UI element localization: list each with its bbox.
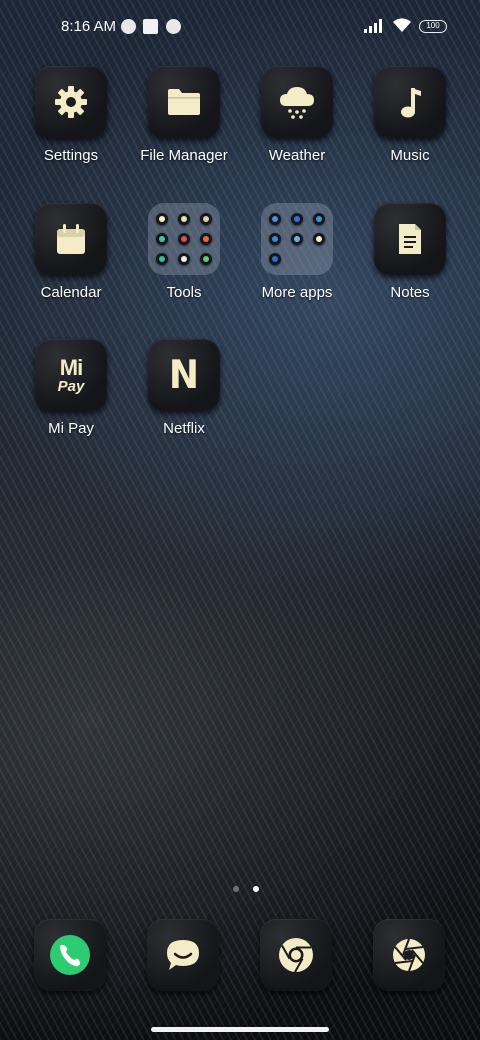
app-mini-icon: [269, 213, 281, 225]
folder-tools[interactable]: Tools: [128, 203, 240, 301]
app-label: Notes: [390, 284, 430, 301]
app-settings[interactable]: Settings: [15, 66, 127, 164]
folder-icon: [261, 203, 333, 275]
dock-phone[interactable]: [34, 919, 106, 991]
mi-pay-logo-mi: Mi: [59, 354, 83, 380]
app-netflix[interactable]: N Netflix: [128, 339, 240, 437]
message-icon: [147, 919, 219, 991]
folder-more-apps[interactable]: More apps: [241, 203, 353, 301]
chrome-icon: [260, 919, 332, 991]
app-mini-icon: [156, 253, 168, 265]
camera-aperture-icon: [373, 919, 445, 991]
mi-pay-logo-pay: Pay: [57, 377, 85, 395]
app-mini-icon: [291, 213, 303, 225]
empty-slot: [290, 252, 304, 266]
app-music[interactable]: Music: [354, 66, 466, 164]
app-mini-icon: [313, 213, 325, 225]
cloud-snow-icon: [261, 66, 333, 138]
battery-indicator: 100: [419, 20, 447, 33]
app-file-manager[interactable]: File Manager: [128, 66, 240, 164]
dock-chrome[interactable]: [260, 919, 332, 991]
wifi-icon: [393, 18, 411, 32]
home-gesture-bar[interactable]: [151, 1027, 329, 1032]
app-mini-icon: [178, 213, 190, 225]
app-mini-icon: [200, 213, 212, 225]
app-mini-icon: [178, 253, 190, 265]
app-mini-icon: [269, 253, 281, 265]
app-label: Settings: [43, 147, 99, 164]
app-mini-icon: [200, 253, 212, 265]
app-mini-icon: [313, 233, 325, 245]
notification-icon: [143, 19, 158, 34]
notes-icon: [374, 203, 446, 275]
signal-icon: [364, 19, 382, 33]
app-label: More apps: [261, 284, 333, 301]
app-notes[interactable]: Notes: [354, 203, 466, 301]
notification-icon: [166, 19, 181, 34]
app-mini-icon: [200, 233, 212, 245]
folder-icon: [148, 66, 220, 138]
status-bar: 8:16 AM 100: [0, 0, 480, 56]
app-label: Weather: [268, 147, 326, 164]
notification-icon: [121, 19, 136, 34]
calendar-icon: [35, 203, 107, 275]
empty-slot: [312, 252, 326, 266]
phone-icon: [34, 919, 106, 991]
app-weather[interactable]: Weather: [241, 66, 353, 164]
app-label: Calendar: [40, 284, 102, 301]
app-mi-pay[interactable]: Mi Pay Mi Pay: [15, 339, 127, 437]
app-label: Mi Pay: [48, 420, 94, 437]
app-calendar[interactable]: Calendar: [15, 203, 127, 301]
dock-camera[interactable]: [373, 919, 445, 991]
app-mini-icon: [291, 233, 303, 245]
app-label: Music: [390, 147, 430, 164]
clock: 8:16 AM: [61, 18, 117, 35]
app-mini-icon: [178, 233, 190, 245]
gear-icon: [35, 66, 107, 138]
app-label: Netflix: [163, 420, 205, 437]
music-note-icon: [374, 66, 446, 138]
app-label: File Manager: [140, 147, 228, 164]
dock-messages[interactable]: [147, 919, 219, 991]
netflix-logo: N: [168, 352, 200, 398]
folder-icon: [148, 203, 220, 275]
app-label: Tools: [166, 284, 202, 301]
mi-pay-icon: Mi Pay: [35, 339, 107, 411]
app-mini-icon: [156, 213, 168, 225]
page-indicator[interactable]: [228, 879, 264, 897]
page-dot[interactable]: [233, 886, 239, 892]
page-dot-active[interactable]: [253, 886, 260, 892]
app-mini-icon: [269, 233, 281, 245]
app-mini-icon: [156, 233, 168, 245]
netflix-icon: N: [148, 339, 220, 411]
